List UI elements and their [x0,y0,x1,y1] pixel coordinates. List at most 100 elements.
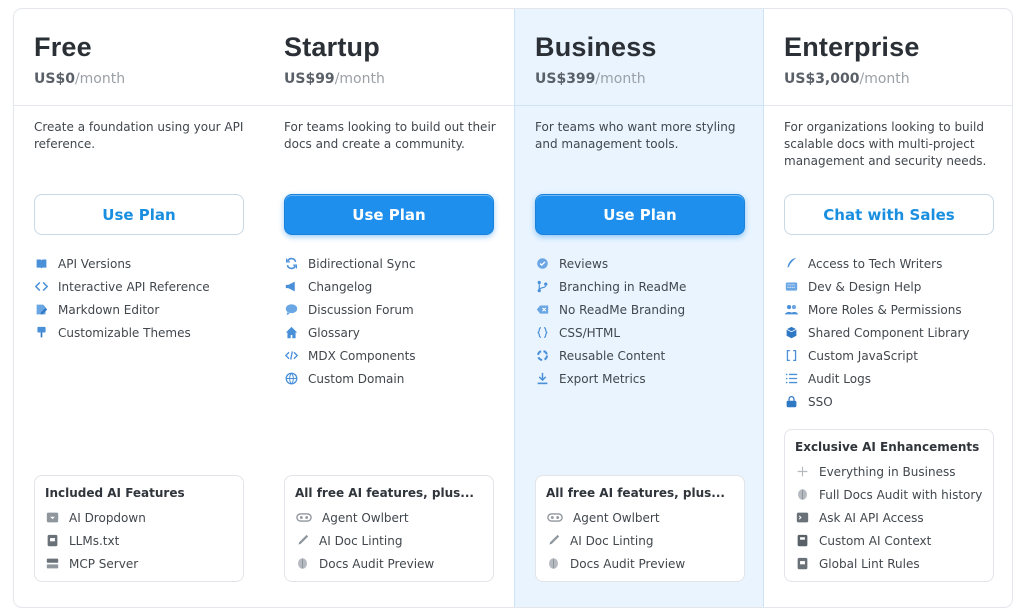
check-badge-icon [535,256,550,271]
feature-label: CSS/HTML [559,325,621,340]
ai-feature-label: Ask AI API Access [819,510,924,525]
price-period: /month [595,71,646,87]
use-plan-button[interactable]: Use Plan [284,194,494,235]
ai-feature-item: Docs Audit Preview [295,552,483,575]
feature-label: Bidirectional Sync [308,256,416,271]
feature-label: SSO [808,394,833,409]
feature-item: Discussion Forum [284,298,416,321]
ai-feature-item: Agent Owlbert [295,506,483,529]
price-period: /month [859,71,910,87]
feature-item: Audit Logs [784,367,970,390]
owl-icon [295,510,313,525]
ai-feature-label: Full Docs Audit with history [819,487,983,502]
price-amount: US$0 [34,71,75,87]
book-icon [34,256,49,271]
feature-label: Dev & Design Help [808,279,922,294]
feature-list: API Versions Interactive API Reference M… [34,252,210,344]
globe-icon [284,371,299,386]
ai-feature-item: AI Dropdown [45,506,233,529]
ai-features-box: All free AI features, plus... Agent Owlb… [284,475,494,582]
file-text-icon [795,556,810,571]
feature-item: Dev & Design Help [784,275,970,298]
list-icon [784,371,799,386]
plan-price: US$399/month [535,71,646,87]
feature-item: Branching in ReadMe [535,275,686,298]
ai-feature-label: Everything in Business [819,464,956,479]
feature-label: Custom Domain [308,371,405,386]
ai-feature-label: Custom AI Context [819,533,932,548]
ai-feature-item: Global Lint Rules [795,552,983,575]
feature-item: Export Metrics [535,367,686,390]
plan-name: Free [34,32,92,62]
feature-label: Export Metrics [559,371,646,386]
megaphone-icon [284,279,299,294]
feature-label: No ReadMe Branding [559,302,686,317]
ai-feature-list: Agent Owlbert AI Doc Linting Docs Audit … [295,506,483,575]
ai-box-title: All free AI features, plus... [295,486,474,500]
ai-feature-item: AI Doc Linting [546,529,734,552]
plan-name: Business [535,32,657,62]
notebook-icon [795,533,810,548]
braces-icon [535,325,550,340]
terminal-icon [795,510,810,525]
ai-feature-label: MCP Server [69,556,139,571]
feature-label: Custom JavaScript [808,348,918,363]
plan-price: US$99/month [284,71,385,87]
use-plan-button[interactable]: Use Plan [535,194,745,235]
ai-box-title: Included AI Features [45,486,185,500]
feature-list: Bidirectional Sync Changelog Discussion … [284,252,416,390]
ai-feature-item: Ask AI API Access [795,506,983,529]
feature-item: MDX Components [284,344,416,367]
ai-feature-label: Global Lint Rules [819,556,920,571]
ai-feature-label: Docs Audit Preview [319,556,435,571]
use-plan-button[interactable]: Use Plan [34,194,244,235]
feature-list: Reviews Branching in ReadMe No ReadMe Br… [535,252,686,390]
server-icon [45,556,60,571]
plan-description: For organizations looking to build scala… [784,120,987,168]
plan-name: Enterprise [784,32,920,62]
download-icon [535,371,550,386]
brain-icon [546,556,561,571]
feature-label: More Roles & Permissions [808,302,962,317]
plan-header: Free US$0/month [14,9,264,106]
feature-item: CSS/HTML [535,321,686,344]
ai-box-title: Exclusive AI Enhancements [795,440,980,454]
ai-feature-list: Agent Owlbert AI Doc Linting Docs Audit … [546,506,734,575]
plus-icon [795,464,810,479]
feature-item: Custom Domain [284,367,416,390]
code-brackets-icon [34,279,49,294]
plan-header: Enterprise US$3,000/month [764,9,1012,106]
ai-feature-list: AI Dropdown LLMs.txt MCP Server [45,506,233,575]
git-branch-icon [535,279,550,294]
sync-icon [284,256,299,271]
paint-brush-icon [34,325,49,340]
plan-description: For teams looking to build out their doc… [284,120,496,151]
chat-bubble-icon [284,302,299,317]
plan-price: US$3,000/month [784,71,910,87]
chat-with-sales-button[interactable]: Chat with Sales [784,194,994,235]
feature-item: Markdown Editor [34,298,210,321]
feature-label: Access to Tech Writers [808,256,943,271]
feature-label: MDX Components [308,348,416,363]
keyboard-icon [784,279,799,294]
ai-feature-label: AI Dropdown [69,510,146,525]
feature-label: Reviews [559,256,609,271]
feature-label: Markdown Editor [58,302,160,317]
ai-feature-label: AI Doc Linting [319,533,403,548]
feature-label: Discussion Forum [308,302,414,317]
plan-description: Create a foundation using your API refer… [34,120,244,151]
feature-item: No ReadMe Branding [535,298,686,321]
ai-features-box: All free AI features, plus... Agent Owlb… [535,475,745,582]
ai-feature-item: LLMs.txt [45,529,233,552]
feature-item: Access to Tech Writers [784,252,970,275]
plan-header: Business US$399/month [515,9,763,106]
feature-label: Branching in ReadMe [559,279,687,294]
feature-item: SSO [784,390,970,413]
plan-startup: Startup US$99/month For teams looking to… [264,9,514,607]
feature-label: API Versions [58,256,132,271]
feature-label: Reusable Content [559,348,666,363]
owl-icon [546,510,564,525]
backspace-icon [535,302,550,317]
ai-feature-item: MCP Server [45,552,233,575]
plan-enterprise: Enterprise US$3,000/month For organizati… [764,9,1012,607]
